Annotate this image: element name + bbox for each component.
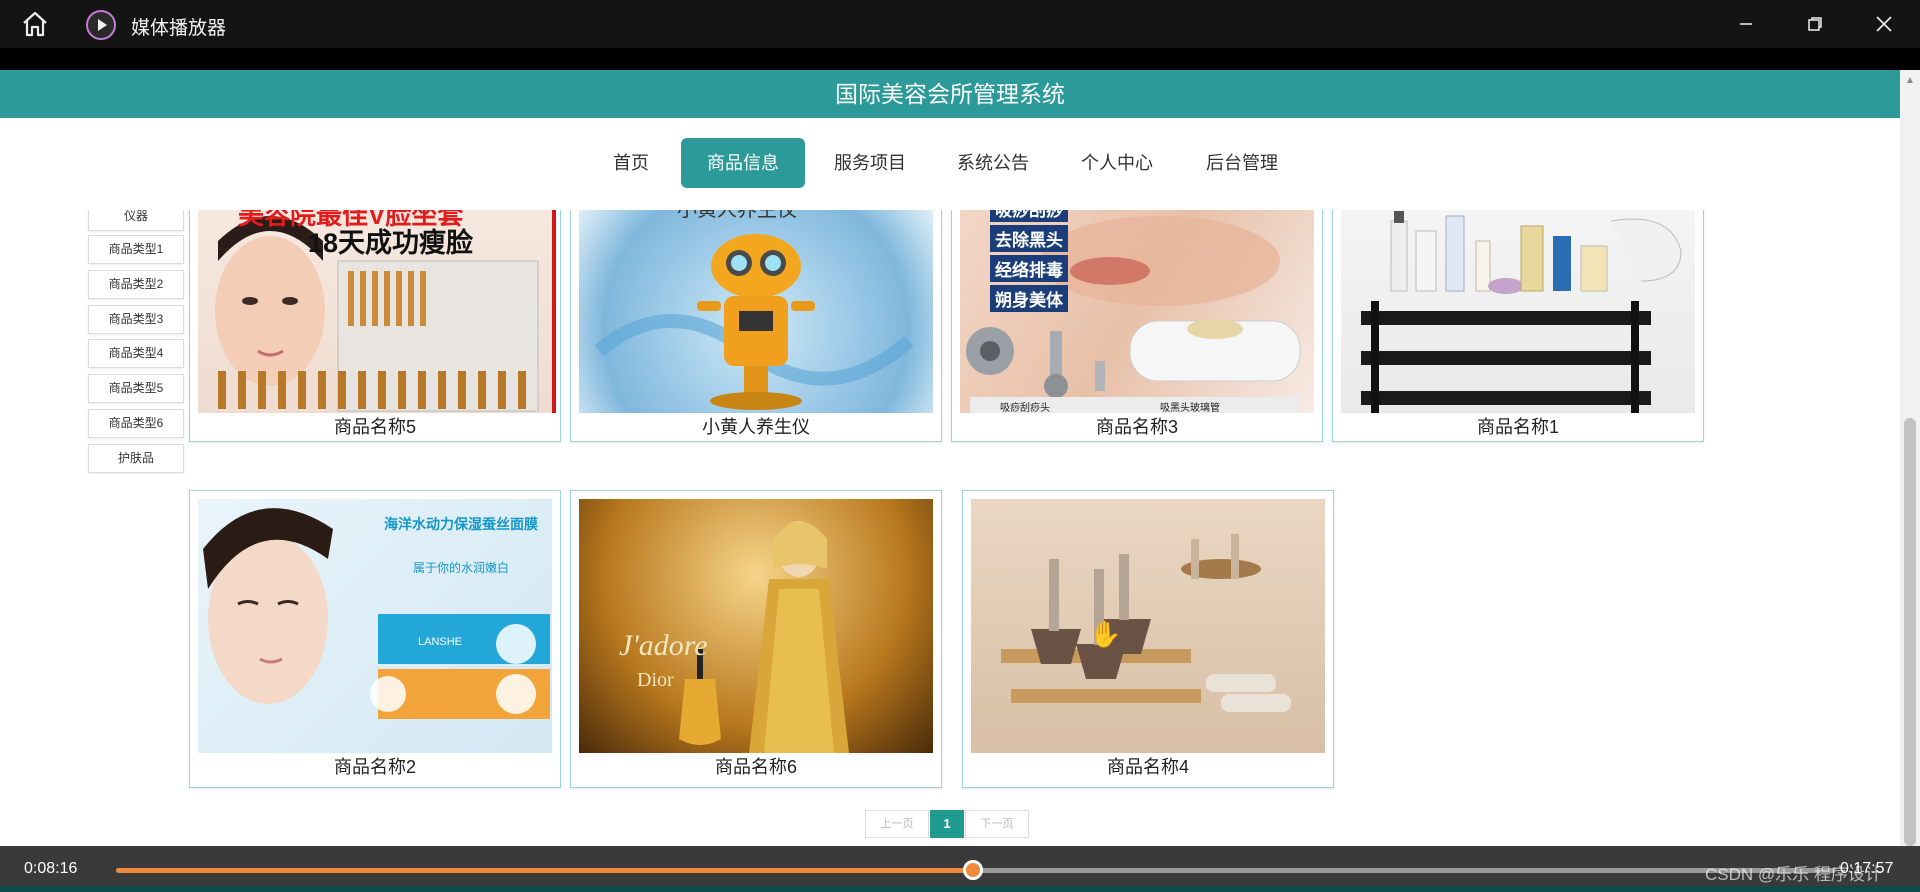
product-name[interactable]: 商品名称3: [952, 413, 1322, 439]
category-skincare[interactable]: 护肤品: [88, 444, 184, 473]
category-instrument[interactable]: 仪器: [88, 210, 184, 231]
image-caption: 吸痧刮痧: [990, 210, 1068, 222]
product-image[interactable]: [1341, 210, 1695, 413]
product-name[interactable]: 小黄人养生仪: [571, 413, 941, 439]
image-caption: 吸黑头玻璃管: [1160, 403, 1220, 413]
category-type-1[interactable]: 商品类型1: [88, 235, 184, 264]
site-header: 国际美容会所管理系统: [0, 70, 1900, 118]
seek-handle[interactable]: [963, 860, 983, 880]
close-button[interactable]: [1861, 8, 1907, 40]
cursor-hand-icon: ✋: [1089, 619, 1122, 649]
video-bottom-strip: [0, 886, 1920, 892]
product-card[interactable]: J'adore Dior 商品名称6: [570, 490, 942, 788]
total-time: 0:17:57: [1840, 860, 1894, 877]
image-caption: 小黄人养生仪: [677, 210, 797, 221]
product-card[interactable]: 美容院最佳V脸坐套 18天成功瘦脸 商品名称5: [189, 210, 561, 442]
nav-products[interactable]: 商品信息: [681, 138, 805, 188]
seek-bar-progress: [116, 868, 973, 873]
product-image[interactable]: 吸痧刮痧 去除黑头 经络排毒 朔身美体 吸痧刮痧头 吸黑头玻璃管: [960, 210, 1314, 413]
nav-personal-center[interactable]: 个人中心: [1067, 138, 1167, 188]
product-card[interactable]: 吸痧刮痧 去除黑头 经络排毒 朔身美体 吸痧刮痧头 吸黑头玻璃管 商品名称3: [951, 210, 1323, 442]
nav-admin[interactable]: 后台管理: [1192, 138, 1292, 188]
media-player-logo-icon: [86, 10, 116, 40]
image-caption: J'adore: [619, 629, 708, 662]
product-name[interactable]: 商品名称6: [571, 753, 941, 779]
minimize-button[interactable]: [1723, 8, 1769, 40]
current-time: 0:08:16: [24, 860, 78, 877]
image-caption: 属于你的水润嫩白: [413, 561, 510, 575]
nav-services[interactable]: 服务项目: [820, 138, 920, 188]
product-image[interactable]: ✋: [971, 499, 1325, 753]
category-type-6[interactable]: 商品类型6: [88, 409, 184, 438]
image-caption: 朔身美体: [990, 285, 1068, 312]
nav-home[interactable]: 首页: [596, 138, 666, 188]
image-caption: 吸痧刮痧头: [1000, 403, 1050, 413]
image-caption: LANSHE: [418, 636, 463, 648]
nav-announcements[interactable]: 系统公告: [943, 138, 1043, 188]
image-caption: 去除黑头: [990, 225, 1068, 252]
product-name[interactable]: 商品名称2: [190, 753, 560, 779]
main-nav: 首页 商品信息 服务项目 系统公告 个人中心 后台管理: [0, 118, 1900, 210]
pager-page-1[interactable]: 1: [930, 810, 964, 838]
product-image[interactable]: 小黄人养生仪: [579, 210, 933, 413]
scroll-up-arrow-icon[interactable]: ▲: [1903, 74, 1917, 88]
product-image[interactable]: J'adore Dior: [579, 499, 933, 753]
image-feature-tags: 吸痧刮痧 去除黑头 经络排毒 朔身美体: [990, 210, 1068, 312]
image-caption: 18天成功瘦脸: [308, 228, 474, 258]
product-card[interactable]: 商品名称1: [1332, 210, 1704, 442]
pager-next-button[interactable]: 下一页: [965, 810, 1029, 838]
category-type-3[interactable]: 商品类型3: [88, 305, 184, 334]
image-caption: 海洋水动力保湿蚕丝面膜: [384, 516, 538, 532]
image-caption: Dior: [637, 669, 674, 691]
product-image[interactable]: 美容院最佳V脸坐套 18天成功瘦脸: [198, 210, 556, 413]
restore-button[interactable]: [1792, 8, 1838, 40]
video-letterbox: [0, 48, 1920, 70]
product-name[interactable]: 商品名称5: [190, 413, 560, 439]
category-type-4[interactable]: 商品类型4: [88, 339, 184, 368]
product-card[interactable]: ✋ 商品名称4: [962, 490, 1334, 788]
product-image[interactable]: 海洋水动力保湿蚕丝面膜 属于你的水润嫩白 LANSHE: [198, 499, 552, 753]
pager-prev-button[interactable]: 上一页: [865, 810, 929, 838]
player-title-bar: 媒体播放器: [0, 0, 1920, 48]
product-list-area: 仪器 商品类型1 商品类型2 商品类型3 商品类型4 商品类型5 商品类型6 护…: [0, 210, 1900, 846]
category-type-5[interactable]: 商品类型5: [88, 374, 184, 403]
site-title: 国际美容会所管理系统: [835, 81, 1065, 107]
category-type-2[interactable]: 商品类型2: [88, 270, 184, 299]
image-caption: 经络排毒: [990, 255, 1068, 282]
app-title: 媒体播放器: [131, 18, 227, 39]
product-card[interactable]: 海洋水动力保湿蚕丝面膜 属于你的水润嫩白 LANSHE 商品名称2: [189, 490, 561, 788]
scrollbar-thumb[interactable]: [1904, 418, 1916, 846]
product-card[interactable]: 小黄人养生仪 小黄人养生仪: [570, 210, 942, 442]
product-name[interactable]: 商品名称1: [1333, 413, 1703, 439]
home-icon[interactable]: [20, 10, 50, 38]
product-name[interactable]: 商品名称4: [963, 753, 1333, 779]
